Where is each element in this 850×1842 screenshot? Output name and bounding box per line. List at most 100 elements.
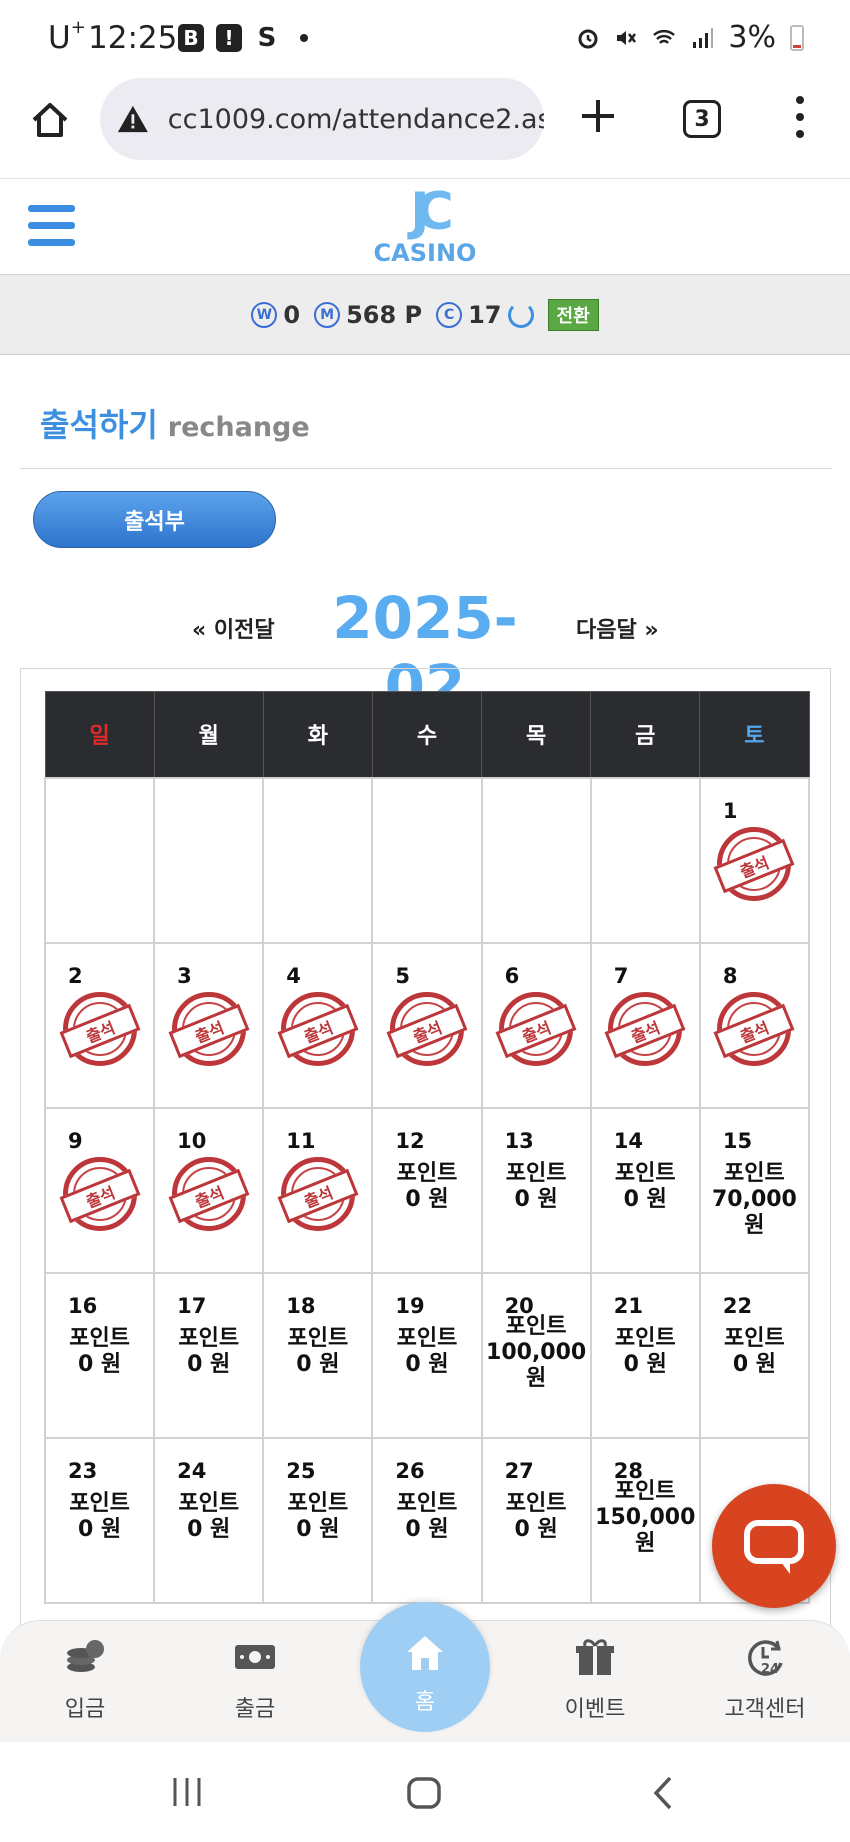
back-icon[interactable] <box>652 1776 674 1810</box>
point-label: 포인트 <box>614 1160 676 1186</box>
b-app-icon: B <box>178 24 204 52</box>
point-label: 포인트 <box>396 1490 458 1516</box>
divider <box>20 468 832 469</box>
point-reward: 포인트 0 원 <box>155 1326 262 1378</box>
calendar-day-cell[interactable]: 3 출석 <box>153 941 265 1109</box>
nav-event[interactable]: 이벤트 <box>520 1637 670 1723</box>
stamp-label: 출석 <box>168 1003 250 1058</box>
point-amount: 100,000 원 <box>486 1339 587 1391</box>
stamp-label: 출석 <box>713 838 795 893</box>
calendar-body: 1 출석 2 출석 3 출석 4 출석 5 출석 6 출석 7 출석 8 출석 9 출석 10 출석 11 출석 12 포인트… <box>43 776 811 1604</box>
calendar-day-cell[interactable]: 21 포인트 0 원 <box>589 1271 701 1439</box>
calendar-day-cell[interactable]: 22 포인트 0 원 <box>698 1271 811 1439</box>
site-header: JC CASINO <box>0 178 850 275</box>
point-reward: 포인트 0 원 <box>483 1491 590 1543</box>
calendar-day-cell[interactable]: 14 포인트 0 원 <box>589 1106 701 1274</box>
calendar-day-cell[interactable]: 1 출석 <box>698 776 811 944</box>
calendar-day-cell[interactable]: 27 포인트 0 원 <box>480 1436 592 1604</box>
calendar-cell-empty <box>371 776 483 944</box>
day-number: 18 <box>286 1293 316 1318</box>
calendar-day-cell[interactable]: 15 포인트 70,000 원 <box>698 1106 811 1274</box>
day-number: 7 <box>613 963 629 988</box>
stamp-label: 출석 <box>713 1003 795 1058</box>
calendar-day-cell[interactable]: 13 포인트 0 원 <box>480 1106 592 1274</box>
calendar-day-cell[interactable]: 17 포인트 0 원 <box>153 1271 265 1439</box>
calendar-day-cell[interactable]: 9 출석 <box>43 1106 156 1274</box>
attendance-stamp-icon: 출석 <box>168 991 250 1066</box>
point-label: 포인트 <box>69 1490 130 1516</box>
day-number: 19 <box>395 1293 425 1318</box>
coupon-icon: C <box>436 301 463 328</box>
point-amount: 0 원 <box>623 1186 667 1212</box>
nav-home[interactable]: 홈 <box>360 1602 490 1732</box>
nav-support[interactable]: 24 고객센터 <box>690 1637 840 1723</box>
attendance-book-button[interactable]: 출석부 <box>33 491 276 548</box>
point-reward: 포인트 0 원 <box>46 1326 153 1378</box>
calendar-day-cell[interactable]: 28 포인트 150,000 원 <box>589 1436 701 1604</box>
carrier-label: U+ <box>48 16 86 56</box>
url-text[interactable]: cc1009.com/attendance2.asp <box>168 104 544 135</box>
point-amount: 150,000 원 <box>595 1504 696 1556</box>
calendar-day-cell[interactable]: 4 출석 <box>262 941 374 1109</box>
calendar-day-cell[interactable]: 19 포인트 0 원 <box>371 1271 483 1439</box>
point-amount: 0 원 <box>623 1351 667 1377</box>
new-tab-icon[interactable] <box>578 96 618 136</box>
point-amount: 0 원 <box>514 1516 558 1542</box>
day-number: 25 <box>286 1458 316 1483</box>
day-number: 6 <box>504 963 520 988</box>
url-bar[interactable]: cc1009.com/attendance2.asp <box>100 78 544 160</box>
calendar-day-cell[interactable]: 2 출석 <box>43 941 156 1109</box>
stamp-label: 출석 <box>59 1003 141 1058</box>
title-main: 출석하기 <box>40 406 158 444</box>
calendar-day-cell[interactable]: 16 포인트 0 원 <box>43 1271 156 1439</box>
calendar-day-cell[interactable]: 25 포인트 0 원 <box>262 1436 374 1604</box>
calendar-day-cell[interactable]: 26 포인트 0 원 <box>371 1436 483 1604</box>
hamburger-menu-icon[interactable] <box>28 205 75 247</box>
more-menu-icon[interactable] <box>796 96 804 140</box>
home-icon[interactable] <box>28 98 72 142</box>
point-reward: 포인트 0 원 <box>373 1491 480 1543</box>
calendar-cell-empty <box>480 776 592 944</box>
calendar-day-cell[interactable]: 24 포인트 0 원 <box>153 1436 265 1604</box>
tab-switcher-button[interactable]: 3 <box>683 100 721 138</box>
point-reward: 포인트 0 원 <box>701 1326 808 1378</box>
day-number: 13 <box>504 1128 534 1153</box>
refresh-icon[interactable] <box>507 301 534 328</box>
point-label: 포인트 <box>178 1325 240 1351</box>
warning-icon[interactable] <box>116 103 150 135</box>
calendar-day-cell[interactable]: 18 포인트 0 원 <box>262 1271 374 1439</box>
calendar-cell-empty <box>589 776 701 944</box>
calendar-day-cell[interactable]: 20 포인트 100,000 원 <box>480 1271 592 1439</box>
recent-apps-icon[interactable] <box>170 1776 204 1808</box>
nav-deposit[interactable]: 입금 <box>10 1637 160 1723</box>
nav-withdraw[interactable]: 출금 <box>180 1637 330 1723</box>
balance-bar: W 0 M 568 P C 17 전환 <box>0 275 850 355</box>
house-icon <box>407 1636 443 1670</box>
calendar-day-cell[interactable]: 11 출석 <box>262 1106 374 1274</box>
calendar-day-cell[interactable]: 23 포인트 0 원 <box>43 1436 156 1604</box>
attendance-stamp-icon: 출석 <box>59 991 141 1066</box>
calendar-day-cell[interactable]: 6 출석 <box>480 941 592 1109</box>
nav-withdraw-label: 출금 <box>234 1697 276 1722</box>
chat-icon <box>744 1520 804 1564</box>
cash-icon <box>235 1645 275 1669</box>
next-month-link[interactable]: 다음달 » <box>576 612 659 644</box>
calendar-week-row: 16 포인트 0 원 17 포인트 0 원 18 포인트 0 원 19 포인트 0 원 20 포인트 100… <box>43 1271 811 1439</box>
calendar-day-cell[interactable]: 5 출석 <box>371 941 483 1109</box>
calendar-day-cell[interactable]: 12 포인트 0 원 <box>371 1106 483 1274</box>
signal-icon <box>693 27 714 48</box>
battery-icon <box>790 24 804 51</box>
coupon-value: 17 <box>468 300 502 329</box>
day-number: 1 <box>722 798 738 823</box>
switch-button[interactable]: 전환 <box>547 298 599 331</box>
android-home-icon[interactable] <box>406 1776 442 1810</box>
mileage-icon: M <box>314 301 341 328</box>
calendar-day-cell[interactable]: 8 출석 <box>698 941 811 1109</box>
chat-button[interactable] <box>712 1484 836 1608</box>
attendance-stamp-icon: 출석 <box>277 991 359 1066</box>
calendar-day-cell[interactable]: 7 출석 <box>589 941 701 1109</box>
weekday-sat: 토 <box>699 691 810 778</box>
prev-month-link[interactable]: « 이전달 <box>192 612 275 644</box>
calendar-day-cell[interactable]: 10 출석 <box>153 1106 265 1274</box>
casino-logo[interactable]: JC CASINO <box>365 183 485 269</box>
